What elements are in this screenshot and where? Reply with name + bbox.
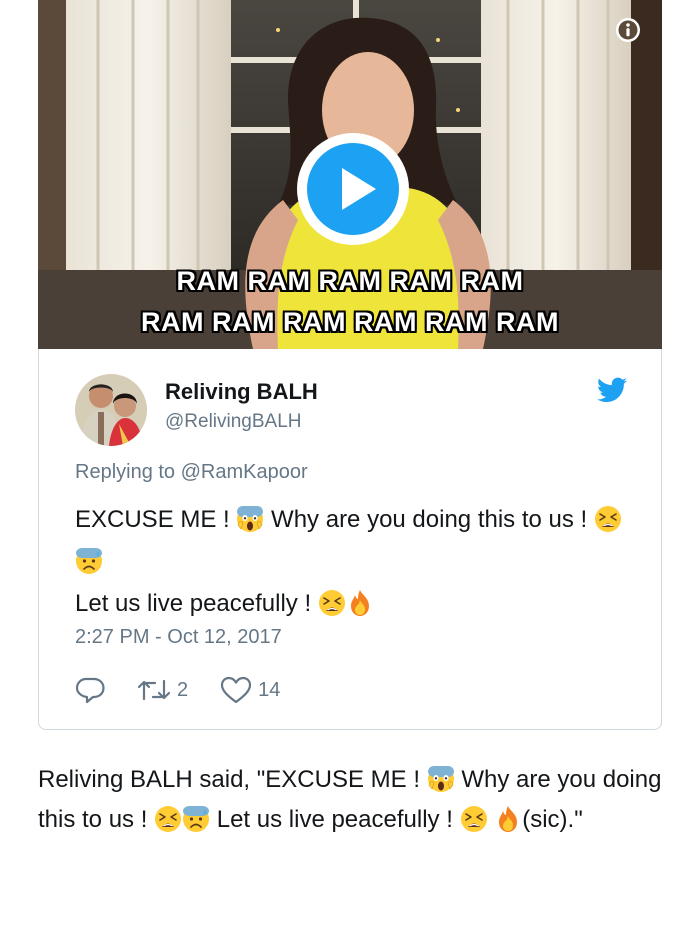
reply-icon	[75, 677, 105, 704]
twitter-bird-icon[interactable]	[597, 377, 627, 403]
article-text-part-1: Reliving BALH said, "EXCUSE ME !	[38, 766, 420, 793]
article-text-part-3: Let us live peacefully !	[216, 806, 453, 833]
tweet-text-part-3: Let us live peacefully !	[75, 590, 312, 617]
article-text-part-4: (sic)."	[522, 806, 583, 833]
video-caption-line-2: RAM RAM RAM RAM RAM RAM	[141, 307, 559, 337]
face-screaming-emoji-icon	[237, 505, 264, 533]
tweet-text-part-1: EXCUSE ME !	[75, 506, 230, 533]
like-count: 14	[258, 678, 281, 701]
display-name[interactable]: Reliving BALH	[165, 379, 318, 405]
article-paragraph: Reliving BALH said, "EXCUSE ME ! Why are…	[38, 760, 666, 840]
retweet-count: 2	[177, 678, 189, 701]
embedded-tweet[interactable]: Reliving BALH @RelivingBALH Replying to …	[38, 349, 662, 730]
retweet-icon	[137, 679, 171, 701]
video-caption-line-1: RAM RAM RAM RAM RAM	[176, 266, 524, 296]
play-icon[interactable]	[296, 132, 410, 246]
retweet-button[interactable]: 2	[137, 677, 188, 703]
video-thumbnail[interactable]: RAM RAM RAM RAM RAM RAM RAM RAM RAM RAM …	[38, 0, 662, 349]
tired-face-emoji-icon	[594, 505, 622, 533]
info-icon[interactable]	[614, 16, 642, 44]
cold-sweat-emoji-icon	[75, 547, 103, 575]
face-screaming-emoji-icon	[427, 765, 454, 793]
replying-to-text[interactable]: Replying to @RamKapoor	[75, 461, 308, 484]
fire-emoji-icon	[350, 590, 369, 616]
tweet-timestamp[interactable]: 2:27 PM - Oct 12, 2017	[75, 626, 282, 649]
tweet-actions: 2 14	[75, 675, 312, 705]
tweet-text-part-2: Why are you doing this to us !	[271, 506, 588, 533]
avatar[interactable]	[75, 374, 147, 446]
heart-icon	[221, 676, 252, 704]
reply-button[interactable]	[75, 676, 105, 704]
tired-face-emoji-icon	[459, 805, 488, 833]
fire-emoji-icon	[499, 806, 518, 832]
tired-face-emoji-icon	[318, 589, 346, 617]
like-button[interactable]: 14	[220, 676, 280, 704]
cold-sweat-emoji-icon	[182, 805, 210, 833]
tweet-text: EXCUSE ME ! Why are you doing this to us…	[75, 499, 635, 625]
user-handle[interactable]: @RelivingBALH	[165, 411, 302, 433]
tired-face-emoji-icon	[154, 805, 182, 833]
